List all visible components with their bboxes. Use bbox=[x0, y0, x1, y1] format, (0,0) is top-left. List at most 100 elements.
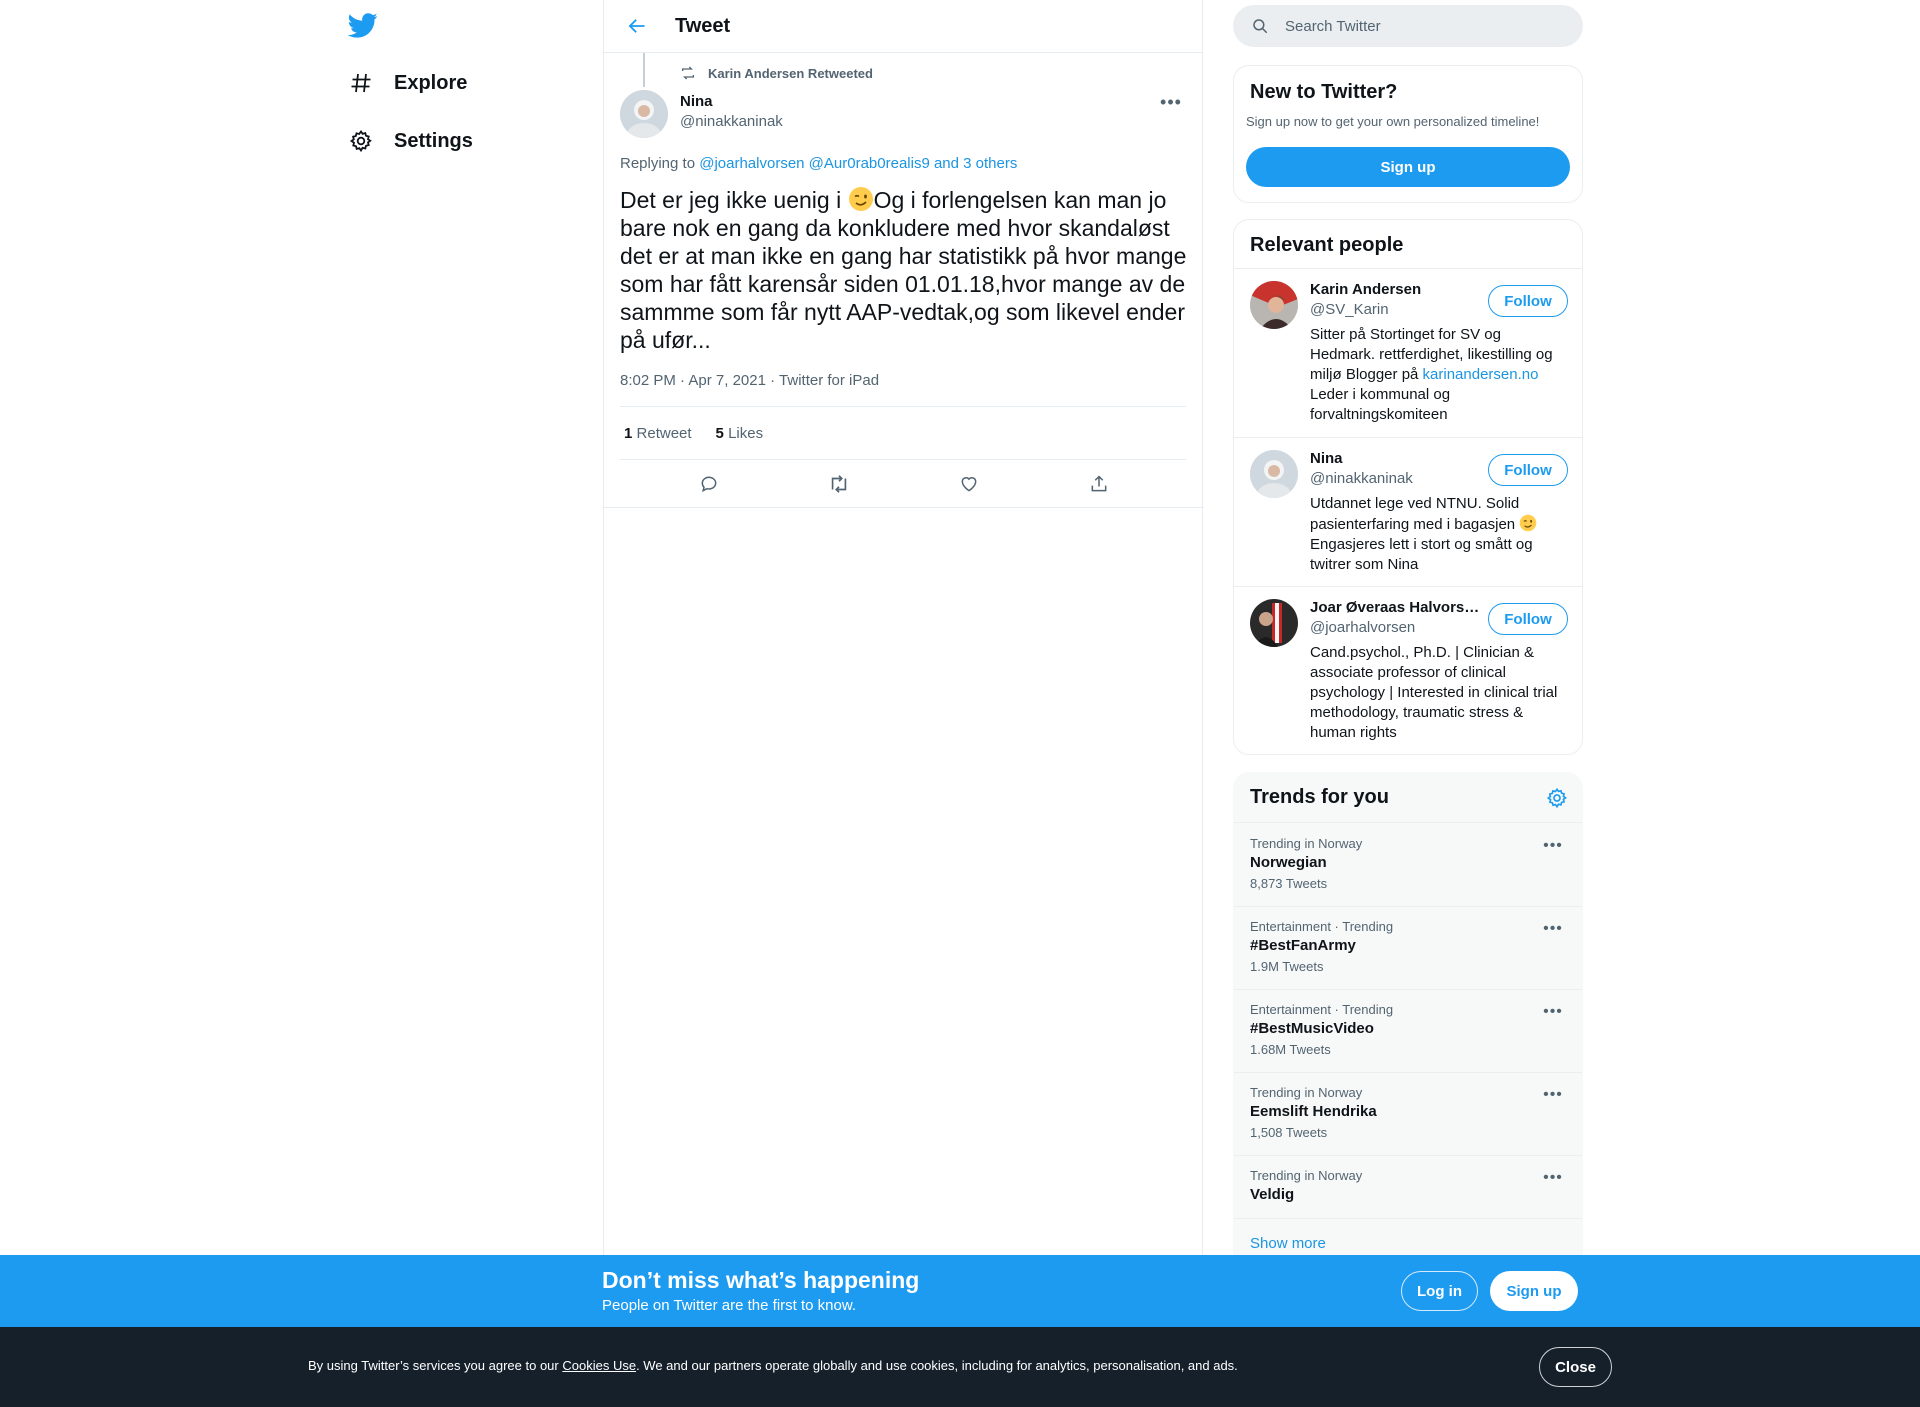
heart-icon bbox=[961, 476, 977, 492]
person-bio-link[interactable]: karinandersen.no bbox=[1423, 366, 1539, 383]
cookies-use-link[interactable]: Cookies Use bbox=[562, 1358, 636, 1373]
tweet-time[interactable]: 8:02 PM bbox=[620, 372, 676, 389]
replying-link-2[interactable]: @Aur0rab0realis9 bbox=[809, 155, 930, 172]
signup-button[interactable]: Sign up bbox=[1246, 147, 1570, 187]
nav-settings-label: Settings bbox=[394, 129, 473, 152]
nav-explore[interactable]: Explore bbox=[348, 58, 467, 108]
avatar[interactable] bbox=[1250, 599, 1298, 647]
follow-button[interactable]: Follow bbox=[1488, 603, 1568, 635]
trend-meta: Entertainment · Trending bbox=[1250, 1002, 1394, 1017]
trends-header: Trends for you bbox=[1234, 773, 1582, 823]
person-bio-text: Utdannet lege ved NTNU. Solid pasienterf… bbox=[1310, 495, 1520, 533]
search-input[interactable] bbox=[1285, 17, 1565, 35]
avatar[interactable] bbox=[1250, 450, 1298, 498]
trend-meta: Trending in Norway bbox=[1250, 836, 1363, 851]
meta-separator: · bbox=[680, 372, 686, 389]
twitter-bird-icon[interactable] bbox=[347, 10, 380, 42]
trend-item[interactable]: Entertainment · Trending #BestMusicVideo… bbox=[1234, 990, 1582, 1073]
banner-signup-button[interactable]: Sign up bbox=[1490, 1271, 1578, 1311]
tweet-date[interactable]: Apr 7, 2021 bbox=[688, 372, 766, 389]
trend-item[interactable]: Entertainment · Trending #BestFanArmy 1.… bbox=[1234, 907, 1582, 990]
cookie-text-after: . We and our partners operate globally a… bbox=[636, 1358, 1238, 1373]
banner-title: Don’t miss what’s happening bbox=[602, 1267, 920, 1293]
person-item[interactable]: Karin Andersen @SV_Karin Follow Sitter p… bbox=[1234, 268, 1582, 437]
likes-stat[interactable]: 5 Likes bbox=[716, 425, 764, 442]
login-button[interactable]: Log in bbox=[1401, 1271, 1478, 1311]
nav-settings[interactable]: Settings bbox=[348, 116, 473, 166]
trend-meta: Trending in Norway bbox=[1250, 1168, 1363, 1183]
person-bio: Utdannet lege ved NTNU. Solid pasienterf… bbox=[1310, 494, 1570, 575]
search-bar[interactable] bbox=[1233, 5, 1583, 47]
reply-button[interactable] bbox=[691, 466, 727, 502]
person-name: Joar Øveraas Halvorsen bbox=[1310, 599, 1480, 616]
back-button[interactable] bbox=[619, 8, 655, 44]
more-icon: ••• bbox=[1543, 1169, 1563, 1186]
nav-explore-label: Explore bbox=[394, 71, 468, 94]
retweet-stat[interactable]: 1 Retweet bbox=[624, 425, 692, 442]
person-bio-text: Cand.psychol., Ph.D. | Clinician & assoc… bbox=[1310, 644, 1558, 741]
retweet-stat-label: Retweet bbox=[636, 424, 692, 442]
new-to-twitter-subtitle: Sign up now to get your own personalized… bbox=[1246, 114, 1540, 129]
tweet-meta: 8:02 PM · Apr 7, 2021 · Twitter for iPad bbox=[620, 372, 879, 389]
author-handle[interactable]: @ninakkaninak bbox=[680, 113, 783, 130]
trend-name: #BestMusicVideo bbox=[1250, 1020, 1374, 1037]
follow-button[interactable]: Follow bbox=[1488, 454, 1568, 486]
person-item[interactable]: Nina @ninakkaninak Follow Utdannet lege … bbox=[1234, 437, 1582, 586]
person-bio-text: Leder i kommunal og forvaltningskomiteen bbox=[1310, 386, 1451, 423]
more-icon: ••• bbox=[1543, 920, 1563, 937]
trends-title: Trends for you bbox=[1250, 786, 1389, 808]
share-icon bbox=[1091, 474, 1107, 491]
replying-prefix: Replying to bbox=[620, 155, 700, 172]
retweet-button[interactable] bbox=[821, 466, 857, 502]
share-button[interactable] bbox=[1081, 466, 1117, 502]
new-to-twitter-title: New to Twitter? bbox=[1250, 81, 1398, 103]
tweet-actions bbox=[604, 460, 1204, 508]
replying-others-link[interactable]: and 3 others bbox=[934, 155, 1017, 172]
person-bio: Cand.psychol., Ph.D. | Clinician & assoc… bbox=[1310, 643, 1570, 743]
trend-item[interactable]: Trending in Norway Eemslift Hendrika 1,5… bbox=[1234, 1073, 1582, 1156]
tweet-text: Det er jeg ikke uenig i Og i forlengelse… bbox=[620, 186, 1190, 354]
author-name[interactable]: Nina bbox=[680, 93, 713, 110]
trends-card: Trends for you Trending in Norway Norweg… bbox=[1233, 772, 1583, 1272]
person-bio: Sitter på Stortinget for SV og Hedmark. … bbox=[1310, 325, 1570, 425]
cookie-close-button[interactable]: Close bbox=[1539, 1347, 1612, 1387]
meta-separator: · bbox=[770, 372, 776, 389]
more-icon: ••• bbox=[1543, 1086, 1563, 1103]
like-count: 5 bbox=[715, 424, 724, 442]
trend-more-button[interactable]: ••• bbox=[1538, 1000, 1568, 1024]
trend-item[interactable]: Trending in Norway Norwegian 8,873 Tweet… bbox=[1234, 824, 1582, 907]
trend-name: Eemslift Hendrika bbox=[1250, 1103, 1377, 1120]
main-column: Tweet Karin Andersen Retweeted Nina @nin… bbox=[603, 0, 1204, 1407]
trend-more-button[interactable]: ••• bbox=[1538, 1083, 1568, 1107]
new-to-twitter-card: New to Twitter? Sign up now to get your … bbox=[1233, 65, 1583, 203]
relevant-people-title: Relevant people bbox=[1250, 234, 1404, 256]
gear-icon[interactable] bbox=[1546, 787, 1568, 809]
thread-line bbox=[643, 53, 645, 87]
trend-more-button[interactable]: ••• bbox=[1538, 834, 1568, 858]
trend-item[interactable]: Trending in Norway Veldig ••• bbox=[1234, 1156, 1582, 1219]
hashtag-icon bbox=[348, 70, 374, 96]
cookie-text: By using Twitter’s services you agree to… bbox=[308, 1358, 1238, 1373]
person-handle: @joarhalvorsen bbox=[1310, 619, 1416, 636]
trend-more-button[interactable]: ••• bbox=[1538, 917, 1568, 941]
tweet-stats: 1 Retweet 5 Likes bbox=[620, 406, 1186, 460]
retweet-context[interactable]: Karin Andersen Retweeted bbox=[680, 65, 873, 81]
banner-subtitle: People on Twitter are the first to know. bbox=[602, 1297, 857, 1314]
show-more-link[interactable]: Show more bbox=[1250, 1235, 1326, 1252]
avatar[interactable] bbox=[620, 90, 668, 138]
like-button[interactable] bbox=[951, 466, 987, 502]
more-icon: ••• bbox=[1160, 91, 1182, 112]
gear-icon bbox=[348, 128, 374, 154]
tweet-source[interactable]: Twitter for iPad bbox=[779, 372, 879, 389]
winking-face-emoji-icon bbox=[1519, 514, 1537, 532]
person-bio-text: Engasjeres lett i stort og smått og twit… bbox=[1310, 536, 1533, 573]
avatar[interactable] bbox=[1250, 281, 1298, 329]
trend-more-button[interactable]: ••• bbox=[1538, 1166, 1568, 1190]
page-title: Tweet bbox=[675, 14, 731, 37]
replying-to: Replying to @joarhalvorsen @Aur0rab0real… bbox=[620, 155, 1017, 172]
follow-button[interactable]: Follow bbox=[1488, 285, 1568, 317]
replying-link-1[interactable]: @joarhalvorsen bbox=[699, 155, 804, 172]
more-options-button[interactable]: ••• bbox=[1156, 90, 1186, 114]
retweet-icon bbox=[831, 474, 847, 493]
person-item[interactable]: Joar Øveraas Halvorsen @joarhalvorsen Fo… bbox=[1234, 586, 1582, 754]
